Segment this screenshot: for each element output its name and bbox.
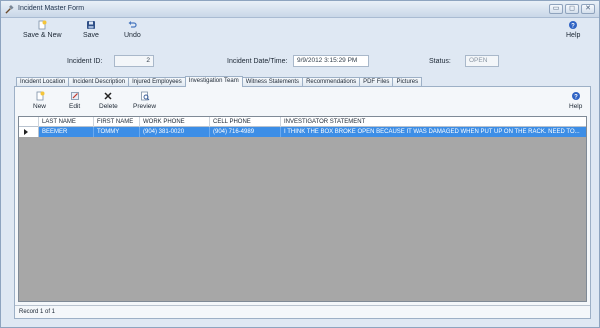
column-header-last-name[interactable]: LAST NAME	[39, 117, 94, 127]
panel-toolbar: New Edit Delete Preview ? Help	[15, 87, 590, 115]
preview-button[interactable]: Preview	[133, 91, 156, 110]
new-document-icon	[38, 20, 47, 30]
incident-id-field[interactable]: 2	[114, 55, 154, 67]
close-button[interactable]: ✕	[581, 4, 595, 14]
svg-text:?: ?	[574, 94, 578, 100]
status-field[interactable]: OPEN	[465, 55, 499, 67]
incident-header-fields: Incident ID: 2 Incident Date/Time: 9/9/2…	[1, 55, 599, 69]
save-button[interactable]: Save	[83, 20, 99, 39]
edit-button[interactable]: Edit	[69, 91, 80, 110]
help-icon: ?	[571, 92, 580, 100]
maximize-button[interactable]: ◻	[565, 4, 579, 14]
delete-x-icon	[104, 92, 112, 100]
column-header-work-phone[interactable]: WORK PHONE	[140, 117, 210, 127]
incident-datetime-field[interactable]: 9/9/2012 3:15:29 PM	[293, 55, 369, 67]
column-header-cell-phone[interactable]: CELL PHONE	[210, 117, 281, 127]
table-row[interactable]: BEEMER TOMMY (904) 381-0020 (904) 716-49…	[19, 127, 586, 137]
panel-help-button[interactable]: ? Help	[569, 91, 582, 110]
undo-arrow-icon	[128, 21, 137, 28]
grid-header: LAST NAME FIRST NAME WORK PHONE CELL PHO…	[19, 117, 586, 127]
edit-document-icon	[70, 92, 79, 100]
cell-first-name[interactable]: TOMMY	[94, 127, 140, 137]
main-toolbar: Save & New Save Undo ? Help	[1, 18, 599, 44]
incident-master-window: Incident Master Form ▭ ◻ ✕ Save & New Sa…	[0, 0, 600, 328]
column-header-first-name[interactable]: FIRST NAME	[94, 117, 140, 127]
investigation-team-panel: New Edit Delete Preview ? Help LAST NAME…	[14, 86, 591, 319]
row-header-corner	[19, 117, 39, 127]
cell-last-name[interactable]: BEEMER	[39, 127, 94, 137]
new-button[interactable]: New	[33, 91, 46, 110]
current-row-arrow-icon	[24, 129, 28, 135]
incident-id-label: Incident ID:	[67, 58, 103, 65]
cell-work-phone[interactable]: (904) 381-0020	[140, 127, 210, 137]
cell-cell-phone[interactable]: (904) 716-4989	[210, 127, 281, 137]
delete-button[interactable]: Delete	[99, 91, 118, 110]
tab-investigation-team[interactable]: Investigation Team	[184, 76, 243, 87]
minimize-button[interactable]: ▭	[549, 4, 563, 14]
row-selector[interactable]	[19, 127, 39, 137]
undo-button[interactable]: Undo	[124, 20, 141, 39]
print-preview-icon	[140, 91, 149, 101]
help-icon: ?	[569, 21, 578, 29]
hammer-icon	[5, 5, 14, 14]
cell-investigator-statement[interactable]: I THINK THE BOX BROKE OPEN BECAUSE IT WA…	[281, 127, 586, 137]
investigation-team-grid[interactable]: LAST NAME FIRST NAME WORK PHONE CELL PHO…	[18, 116, 587, 302]
svg-text:?: ?	[571, 23, 575, 29]
help-button[interactable]: ? Help	[566, 20, 580, 39]
new-document-icon	[36, 91, 44, 101]
title-bar[interactable]: Incident Master Form ▭ ◻ ✕	[1, 1, 599, 18]
floppy-disk-icon	[86, 21, 95, 29]
save-new-button[interactable]: Save & New	[23, 20, 62, 39]
window-title: Incident Master Form	[18, 5, 85, 12]
column-header-investigator-statement[interactable]: INVESTIGATOR STATEMENT	[281, 117, 586, 127]
record-status-bar: Record 1 of 1	[15, 305, 590, 318]
status-label: Status:	[429, 58, 451, 65]
incident-datetime-label: Incident Date/Time:	[227, 58, 288, 65]
